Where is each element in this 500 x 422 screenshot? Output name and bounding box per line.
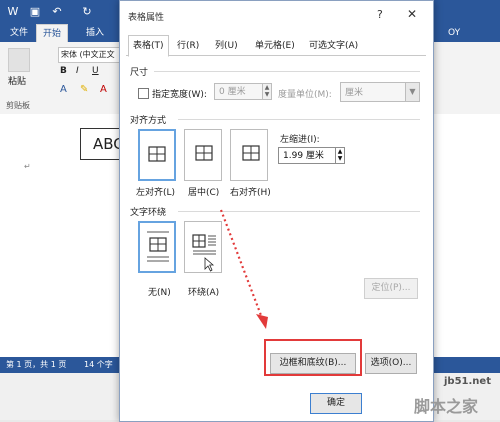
watermark-site: jb51.net bbox=[444, 376, 491, 387]
annotation-arrow bbox=[219, 209, 268, 329]
watermark-name: 脚本之家 bbox=[414, 397, 479, 416]
highlight-box bbox=[264, 339, 362, 376]
